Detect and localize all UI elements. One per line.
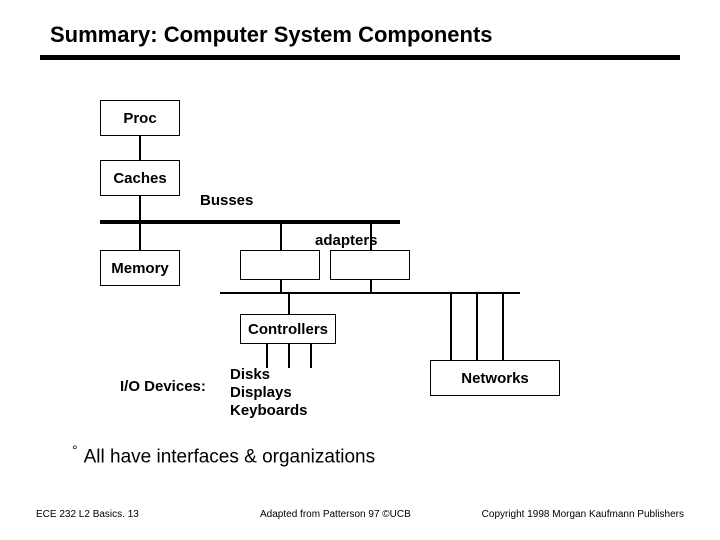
line-bus2-net2 <box>476 294 478 360</box>
line-ctrl-dev3 <box>310 344 312 368</box>
title-underline <box>40 55 680 60</box>
networks-box: Networks <box>430 360 560 396</box>
line-caches-bus <box>139 196 141 220</box>
line-proc-caches <box>139 136 141 160</box>
disks-label: Disks <box>230 366 270 383</box>
line-bus2-ctrl <box>288 294 290 314</box>
proc-box: Proc <box>100 100 180 136</box>
bullet-marker: ° <box>72 442 78 458</box>
line-bus2-net1 <box>450 294 452 360</box>
busses-label: Busses <box>200 192 253 209</box>
adapter-box-1 <box>240 250 320 280</box>
footer-left: ECE 232 L2 Basics. 13 <box>36 509 139 520</box>
line-bus-memory <box>139 224 141 250</box>
io-devices-label: I/O Devices: <box>120 378 206 395</box>
displays-label: Displays <box>230 384 292 401</box>
caches-box: Caches <box>100 160 180 196</box>
bus-line <box>100 220 400 224</box>
bus2-line <box>220 292 520 294</box>
bullet-text: All have interfaces & organizations <box>84 446 376 467</box>
adapter-box-2 <box>330 250 410 280</box>
slide-title: Summary: Computer System Components <box>50 22 493 48</box>
bullet-line: ° All have interfaces & organizations <box>72 442 375 468</box>
line-ctrl-dev1 <box>266 344 268 368</box>
memory-box: Memory <box>100 250 180 286</box>
footer-mid: Adapted from Patterson 97 ©UCB <box>260 509 411 520</box>
line-adapter1-bus2 <box>280 280 282 292</box>
footer-right: Copyright 1998 Morgan Kaufmann Publisher… <box>482 509 684 520</box>
line-bus-adapter1 <box>280 224 282 250</box>
line-adapter2-bus2 <box>370 280 372 292</box>
slide: Summary: Computer System Components Proc… <box>0 0 720 540</box>
line-bus2-net3 <box>502 294 504 360</box>
controllers-box: Controllers <box>240 314 336 344</box>
keyboards-label: Keyboards <box>230 402 308 419</box>
line-ctrl-dev2 <box>288 344 290 368</box>
adapters-label: adapters <box>315 232 378 249</box>
